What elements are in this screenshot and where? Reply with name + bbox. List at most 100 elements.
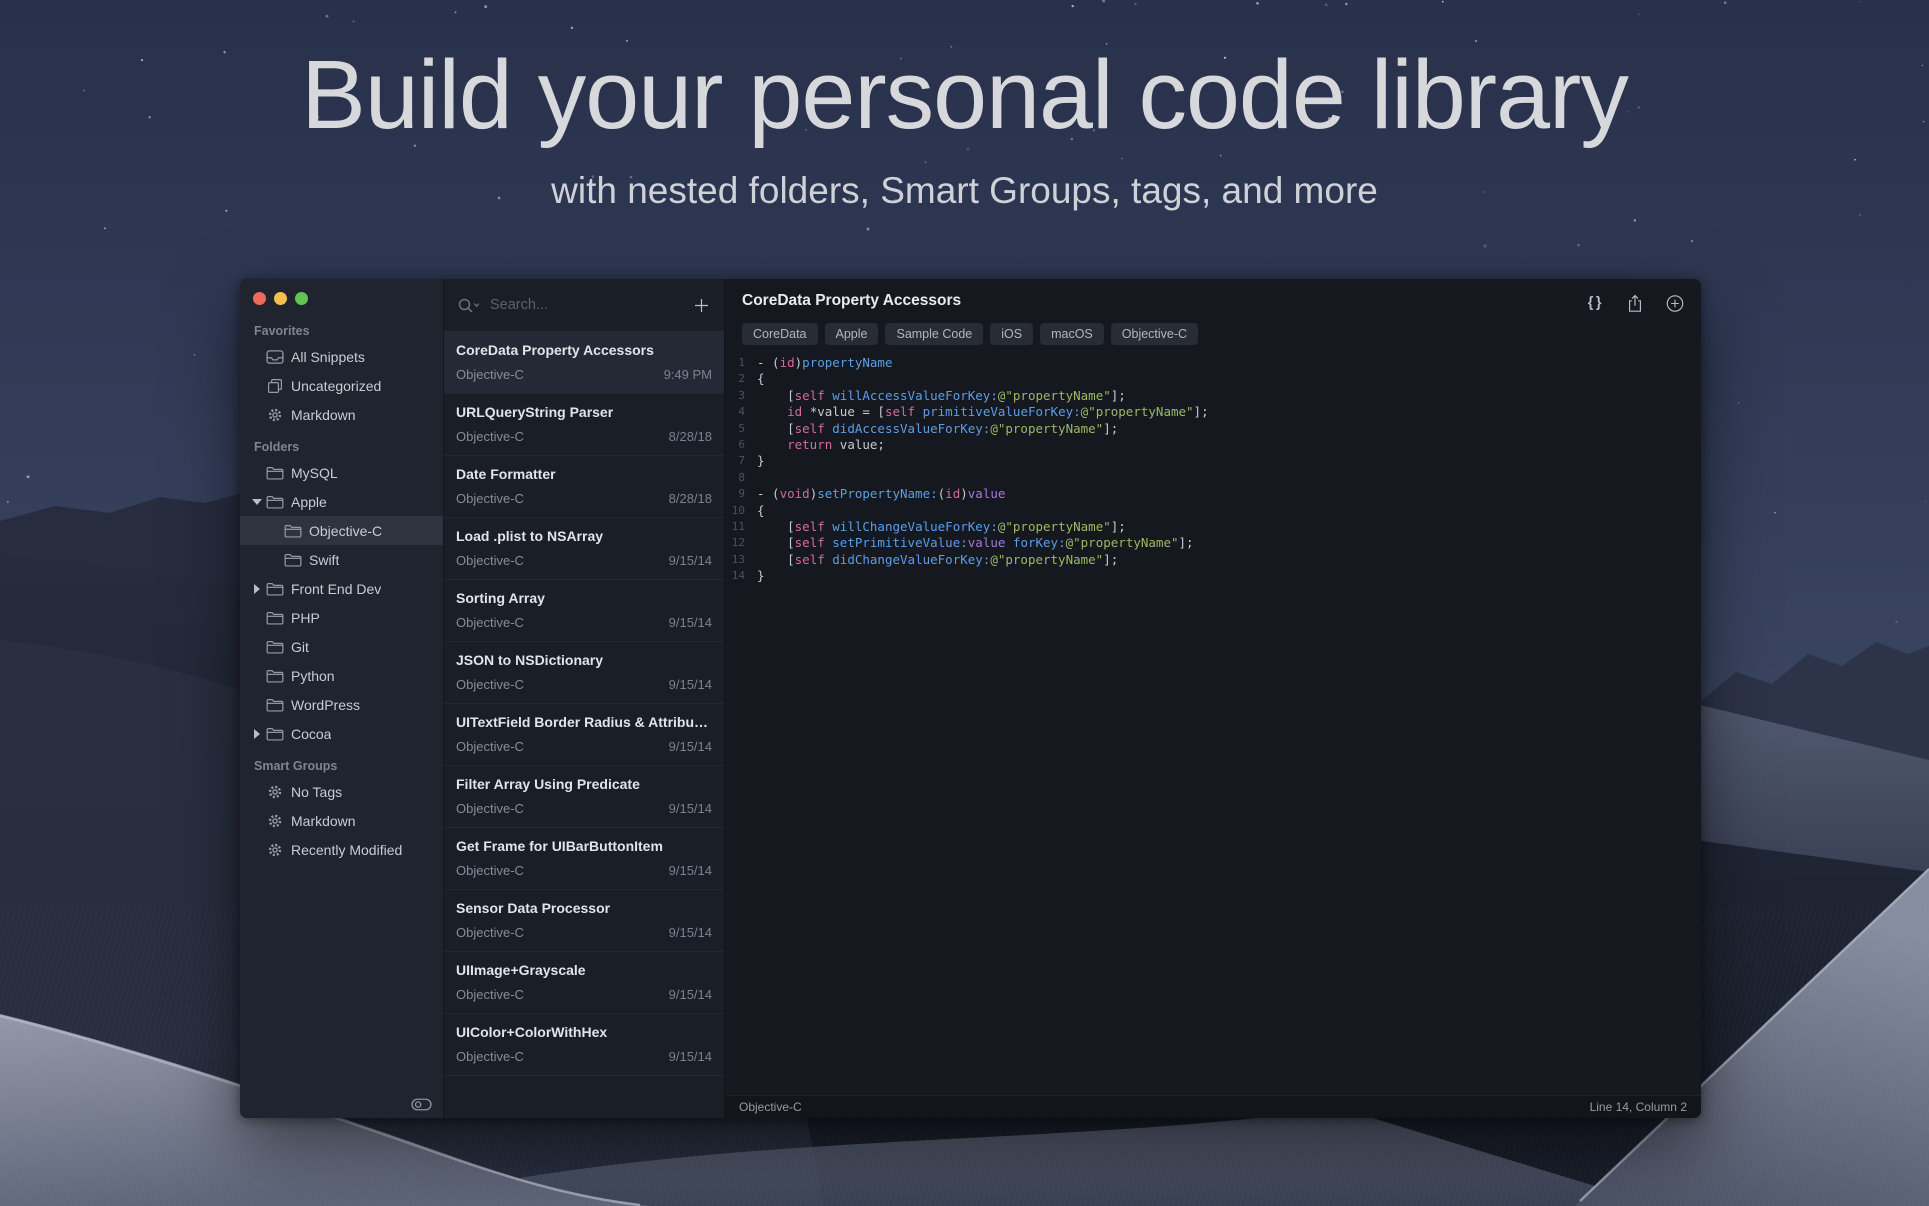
snippet-list-item-urlquerystring-parser[interactable]: URLQueryString ParserObjective-C8/28/18 [444,394,724,456]
line-number: 6 [725,437,757,453]
snippet-item-date: 8/28/18 [669,491,712,506]
tag-macos[interactable]: macOS [1040,323,1104,345]
tag-sample-code[interactable]: Sample Code [885,323,983,345]
sidebar-item-no-tags[interactable]: No Tags [240,777,443,806]
sidebar-item-label: Apple [291,494,327,510]
snippet-list-item-get-frame-for-uibarbuttonitem[interactable]: Get Frame for UIBarButtonItemObjective-C… [444,828,724,890]
sidebar-item-wordpress[interactable]: WordPress [240,690,443,719]
disclosure-closed-icon[interactable] [254,729,260,739]
snippet-list-pane: CoreData Property AccessorsObjective-C9:… [444,279,725,1118]
sidebar-item-php[interactable]: PHP [240,603,443,632]
close-window-button[interactable] [253,292,266,305]
snippet-item-date: 9/15/14 [669,987,712,1002]
zoom-window-button[interactable] [295,292,308,305]
snippet-list-item-uiimage-grayscale[interactable]: UIImage+GrayscaleObjective-C9/15/14 [444,952,724,1014]
line-number: 14 [725,568,757,584]
sidebar-item-python[interactable]: Python [240,661,443,690]
snippet-item-language: Objective-C [456,615,524,630]
window-controls [240,279,443,313]
sidebar-item-label: Uncategorized [291,378,381,394]
code-line: 7} [725,453,1701,469]
line-number: 4 [725,404,757,420]
snippet-item-date: 9/15/14 [669,925,712,940]
format-braces-button[interactable]: {} [1588,293,1604,313]
sidebar-item-apple[interactable]: Apple [240,487,443,516]
tag-ios[interactable]: iOS [990,323,1033,345]
sidebar-item-label: Markdown [291,407,356,423]
status-cursor-position: Line 14, Column 2 [1590,1100,1687,1114]
sidebar-item-label: Python [291,668,335,684]
code-editor[interactable]: 1- (id)propertyName2{3 [self willAccessV… [725,345,1701,1095]
folder-icon [266,581,284,597]
sidebar-item-swift[interactable]: Swift [240,545,443,574]
code-line: 5 [self didAccessValueForKey:@"propertyN… [725,421,1701,437]
line-number: 9 [725,486,757,502]
tag-objective-c[interactable]: Objective-C [1111,323,1198,345]
snippet-list-item-uitextfield-border-radius-attribu[interactable]: UITextField Border Radius & Attribu…Obje… [444,704,724,766]
snippet-item-language: Objective-C [456,367,524,382]
snippet-list-item-load-plist-to-nsarray[interactable]: Load .plist to NSArrayObjective-C9/15/14 [444,518,724,580]
snippet-item-title: URLQueryString Parser [456,404,712,420]
detail-pane: CoreData Property Accessors {} CoreDataA… [725,279,1701,1118]
folder-icon [266,465,284,481]
share-button[interactable] [1626,293,1644,313]
sidebar-item-recently-modified[interactable]: Recently Modified [240,835,443,864]
snippet-item-title: UIImage+Grayscale [456,962,712,978]
sidebar-item-front-end-dev[interactable]: Front End Dev [240,574,443,603]
snippet-list-item-coredata-property-accessors[interactable]: CoreData Property AccessorsObjective-C9:… [444,332,724,394]
tag-apple[interactable]: Apple [825,323,879,345]
code-line: 13 [self didChangeValueForKey:@"property… [725,552,1701,568]
gear-icon [266,784,284,800]
snippet-item-language: Objective-C [456,739,524,754]
snippet-item-title: JSON to NSDictionary [456,652,712,668]
sidebar-item-objective-c[interactable]: Objective-C [240,516,443,545]
minimize-window-button[interactable] [274,292,287,305]
snippet-list-item-sensor-data-processor[interactable]: Sensor Data ProcessorObjective-C9/15/14 [444,890,724,952]
line-number: 7 [725,453,757,469]
new-snippet-circle-button[interactable] [1666,293,1684,313]
snippet-item-date: 9/15/14 [669,677,712,692]
snippet-item-date: 9/15/14 [669,739,712,754]
line-number: 5 [725,421,757,437]
line-number: 8 [725,470,757,486]
code-line: 1- (id)propertyName [725,355,1701,371]
sidebar-item-markdown[interactable]: Markdown [240,400,443,429]
snippet-list-item-json-to-nsdictionary[interactable]: JSON to NSDictionary Objective-C 9/15/14 [444,642,724,704]
snippet-item-title: Load .plist to NSArray [456,528,712,544]
status-bar: Objective-C Line 14, Column 2 [725,1095,1701,1118]
snippet-list-item-filter-array-using-predicate[interactable]: Filter Array Using PredicateObjective-C9… [444,766,724,828]
disclosure-closed-icon[interactable] [254,584,260,594]
sidebar-item-label: All Snippets [291,349,365,365]
snippet-item-date: 9:49 PM [664,367,712,382]
disclosure-open-icon[interactable] [252,499,262,505]
folder-icon [266,494,284,510]
sidebar-toggle-icon[interactable] [411,1098,432,1111]
tag-coredata[interactable]: CoreData [742,323,818,345]
snippet-list-item-sorting-array[interactable]: Sorting ArrayObjective-C9/15/14 [444,580,724,642]
folder-icon [266,668,284,684]
hero: Build your personal code library with ne… [0,38,1929,212]
code-line: 10{ [725,503,1701,519]
line-number: 3 [725,388,757,404]
screenshot-stage: Build your personal code library with ne… [0,0,1929,1206]
snippet-item-date: 9/15/14 [669,1049,712,1064]
sidebar-item-mysql[interactable]: MySQL [240,458,443,487]
folder-icon [266,639,284,655]
snippet-list-item-uicolor-colorwithhex[interactable]: UIColor+ColorWithHexObjective-C9/15/14 [444,1014,724,1076]
snippet-item-language: Objective-C [456,863,524,878]
sidebar-item-cocoa[interactable]: Cocoa [240,719,443,748]
new-snippet-button[interactable] [692,296,711,315]
snippet-list-item-date-formatter[interactable]: Date FormatterObjective-C8/28/18 [444,456,724,518]
snippet-item-language: Objective-C [456,801,524,816]
code-line: 9- (void)setPropertyName:(id)value [725,486,1701,502]
sidebar-item-label: Swift [309,552,339,568]
snippet-item-language: Objective-C [456,677,524,692]
code-line: 2{ [725,371,1701,387]
sidebar-item-uncategorized[interactable]: Uncategorized [240,371,443,400]
search-input[interactable] [488,296,686,314]
sidebar-item-git[interactable]: Git [240,632,443,661]
sidebar-item-label: Markdown [291,813,356,829]
sidebar-item-markdown[interactable]: Markdown [240,806,443,835]
snippet-item-language: Objective-C [456,1049,524,1064]
sidebar-item-all-snippets[interactable]: All Snippets [240,342,443,371]
